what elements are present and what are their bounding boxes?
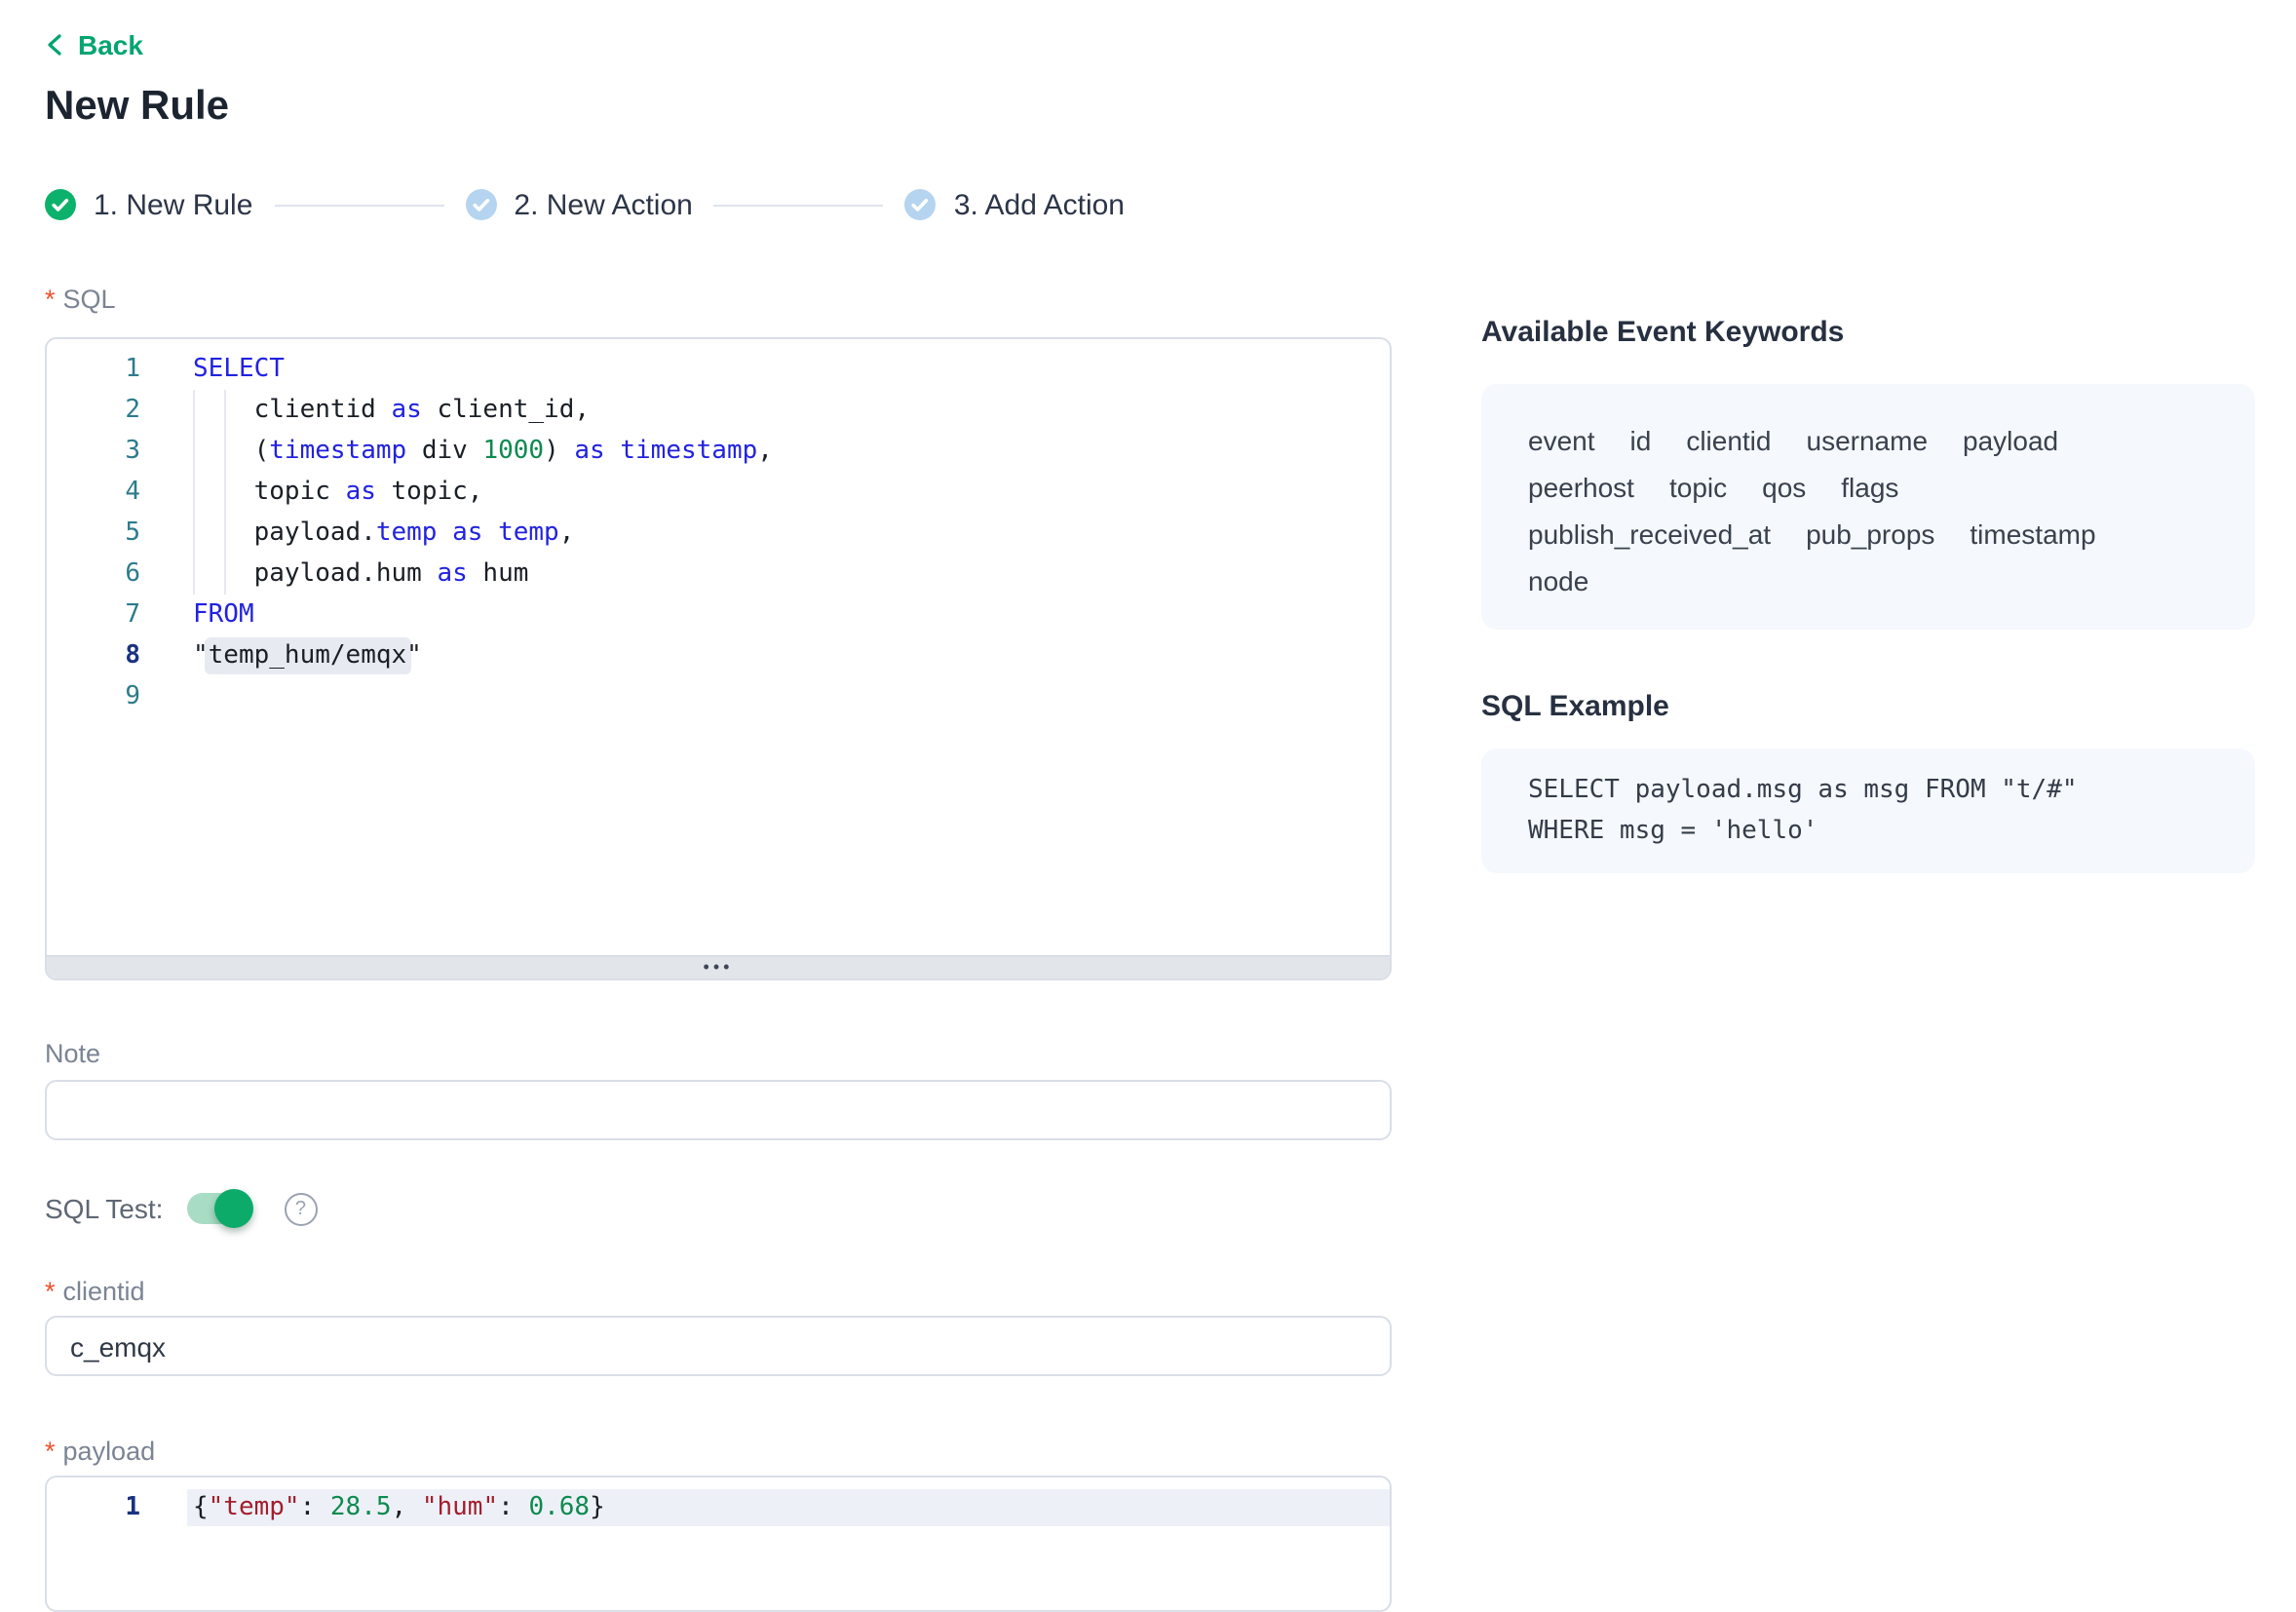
keyword-username[interactable]: username [1807,425,1929,456]
help-panel: Available Event Keywords event id clientid… [1481,316,2255,873]
step-connector [274,204,443,206]
keywords-title: Available Event Keywords [1481,316,2255,351]
payload-field-label: * payload [45,1437,1392,1468]
help-icon[interactable]: ? [284,1192,317,1225]
code-line: 5 payload.temp as temp, [47,513,1390,554]
step-2-label[interactable]: 2. New Action [514,188,692,221]
line-number: 8 [47,635,156,676]
back-label: Back [78,29,143,60]
step-3-label[interactable]: 3. Add Action [954,188,1125,221]
sql-test-label: SQL Test: [45,1193,163,1224]
clientid-label-text: clientid [63,1277,145,1308]
code-line: 1{"temp": 28.5, "hum": 0.68} [47,1487,1390,1528]
keyword-event[interactable]: event [1528,425,1595,456]
payload-label-text: payload [63,1437,156,1468]
keyword-qos[interactable]: qos [1762,472,1806,503]
step-2-check-icon [465,189,496,220]
editor-resize-handle[interactable]: ••• [47,955,1390,979]
required-asterisk: * [45,285,56,316]
clientid-field-label: * clientid [45,1277,1392,1308]
new-rule-page: Back New Rule 1. New Rule 2. New Action … [0,0,2296,1528]
code-line: 4 topic as topic, [47,472,1390,513]
chevron-left-icon [45,33,66,57]
example-code-line: SELECT payload.msg as msg FROM "t/#" [1528,770,2208,811]
keyword-publish_received_at[interactable]: publish_received_at [1528,518,1771,550]
keyword-peerhost[interactable]: peerhost [1528,472,1634,503]
keyword-timestamp[interactable]: timestamp [1970,518,2095,550]
keyword-clientid[interactable]: clientid [1686,425,1771,456]
keywords-box: event id clientid username payload peerhost to… [1481,384,2255,630]
keyword-row: publish_received_at pub_props timestamp [1528,511,2208,557]
keyword-row: peerhost topic qos flags [1528,464,2208,511]
example-code-line: WHERE msg = 'hello' [1528,811,2208,852]
keyword-pub_props[interactable]: pub_props [1806,518,1934,550]
line-number: 3 [47,431,156,472]
keyword-topic[interactable]: topic [1669,472,1727,503]
main-column: Back New Rule 1. New Rule 2. New Action … [45,0,1392,1612]
required-asterisk: * [45,1277,56,1308]
step-3-check-icon [905,189,937,220]
keyword-row: event id clientid username payload [1528,417,2208,464]
back-link[interactable]: Back [45,29,143,60]
code-line: 2 clientid as client_id, [47,390,1390,431]
code-line: 1SELECT [47,349,1390,390]
line-number: 6 [47,554,156,595]
keyword-payload[interactable]: payload [1963,425,2058,456]
code-line: 3 (timestamp div 1000) as timestamp, [47,431,1390,472]
steps-bar: 1. New Rule 2. New Action 3. Add Action [45,189,1392,220]
sql-test-toggle[interactable] [186,1193,249,1224]
sql-example-box: SELECT payload.msg as msg FROM "t/#"WHER… [1481,748,2255,873]
step-1-check-icon [45,189,76,220]
keyword-flags[interactable]: flags [1841,472,1898,503]
code-line: 8"temp_hum/emqx" [47,635,1390,676]
code-line: 6 payload.hum as hum [47,554,1390,595]
code-line: 7FROM [47,595,1390,635]
sql-example-title: SQL Example [1481,690,2255,725]
line-number: 4 [47,472,156,513]
keyword-id[interactable]: id [1630,425,1652,456]
code-line: 9 [47,676,1390,717]
line-number: 1 [47,349,156,390]
note-field-label: Note [45,1039,1392,1070]
line-number: 5 [47,513,156,554]
required-asterisk: * [45,1437,56,1468]
sql-code-editor[interactable]: 1SELECT2 clientid as client_id,3 (timest… [45,337,1392,980]
sql-test-row: SQL Test: ? [45,1189,1392,1228]
line-number: 2 [47,390,156,431]
sql-editor-lines: 1SELECT2 clientid as client_id,3 (timest… [47,339,1390,955]
payload-code-editor[interactable]: 1{"temp": 28.5, "hum": 0.68} [45,1476,1392,1612]
page-title: New Rule [45,86,1392,129]
back-row: Back [45,29,1392,60]
payload-editor-lines: 1{"temp": 28.5, "hum": 0.68} [47,1478,1390,1610]
note-label-text: Note [45,1039,100,1070]
line-number: 9 [47,676,156,717]
step-1-label[interactable]: 1. New Rule [94,188,252,221]
sql-field-label: * SQL [45,285,1392,316]
toggle-knob [213,1189,252,1228]
step-connector [714,204,884,206]
line-number: 7 [47,595,156,635]
keyword-row: node [1528,557,2208,604]
line-number: 1 [47,1487,156,1528]
clientid-input[interactable] [45,1316,1392,1376]
note-input[interactable] [45,1080,1392,1140]
sql-label-text: SQL [63,285,116,316]
keyword-node[interactable]: node [1528,565,1588,596]
